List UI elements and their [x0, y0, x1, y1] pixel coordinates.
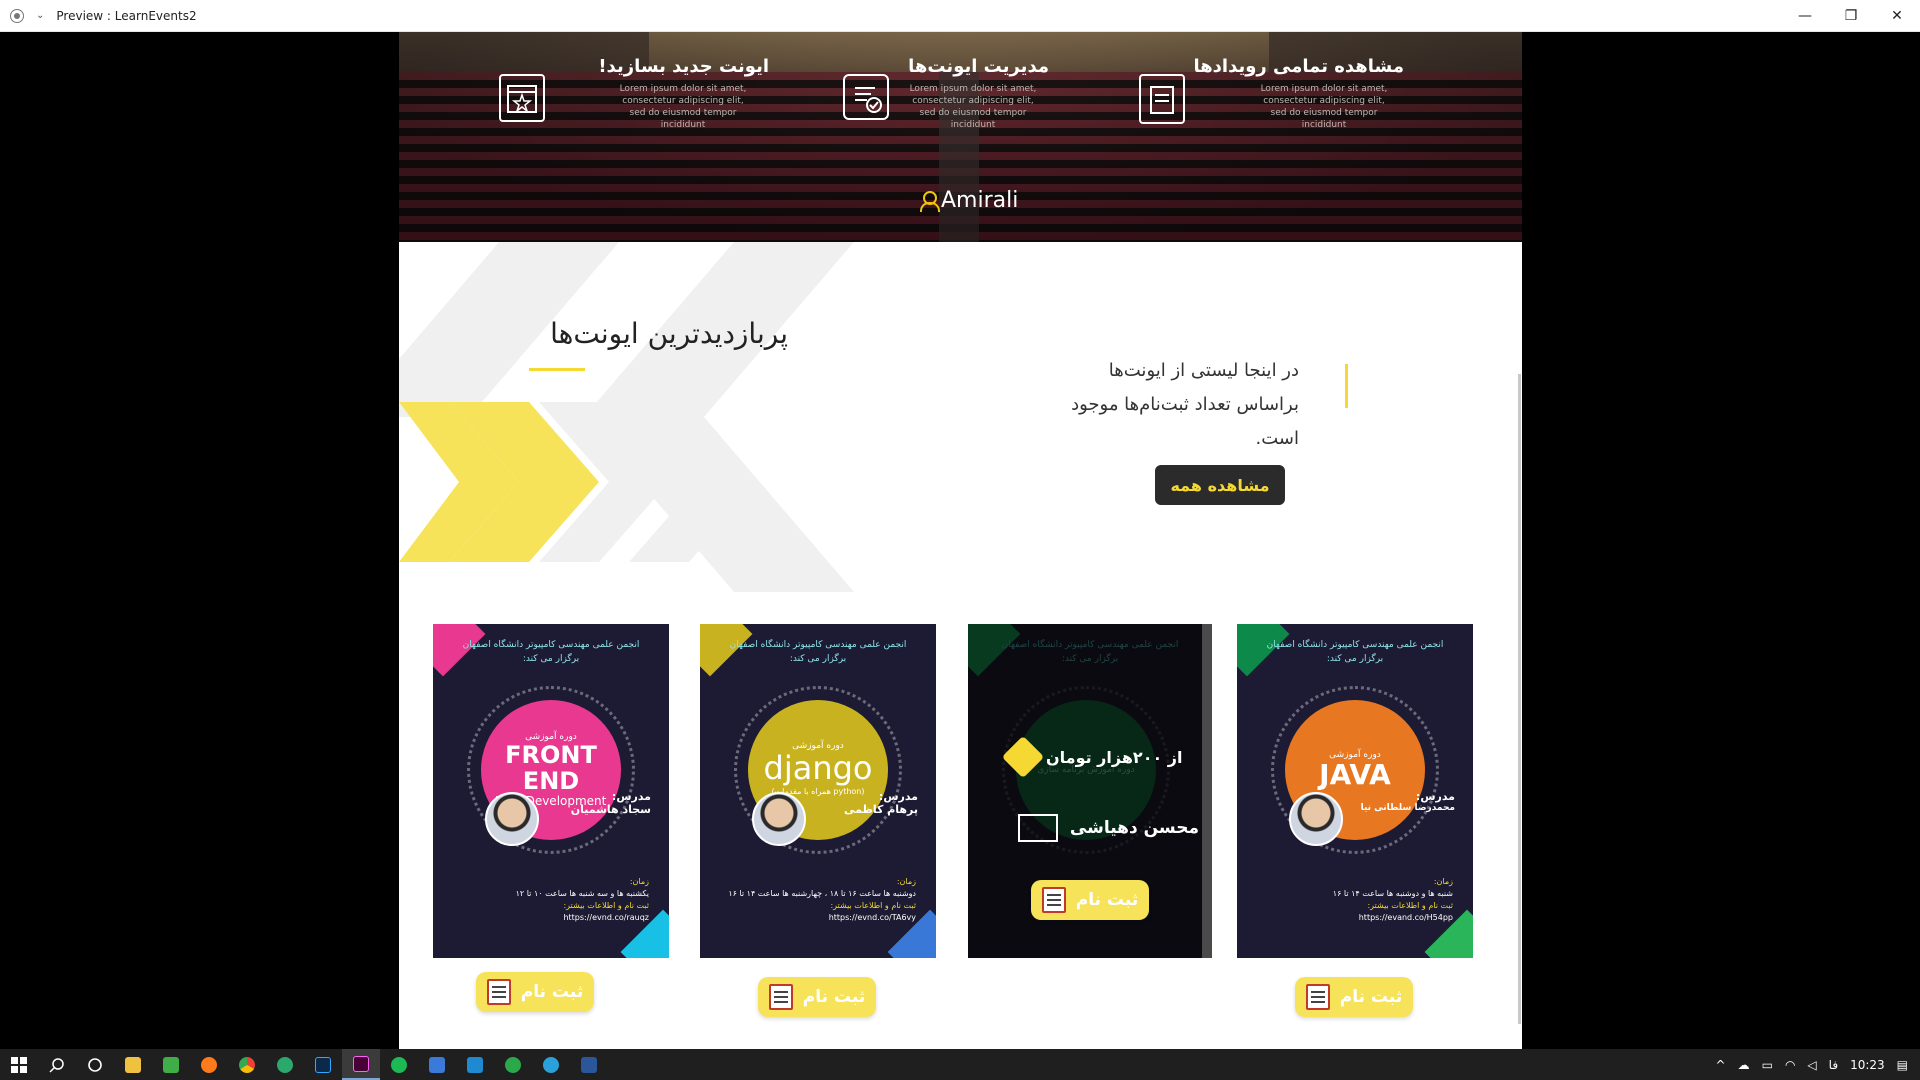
hero-banner: مشاهده تمامی رویدادها Lorem ipsum dolor … [399, 32, 1522, 242]
poster-organizer: انجمن علمی مهندسی کامپیوتر دانشگاه اصفها… [1266, 640, 1444, 664]
poster-info: زمان: دوشنبه ها ساعت ۱۶ تا ۱۸ ، چهارشنبه… [728, 877, 916, 922]
wifi-icon[interactable]: ◠ [1785, 1058, 1795, 1072]
teacher-avatar [1289, 792, 1343, 846]
window-app-icon [10, 8, 24, 23]
poster-teacher: مدرس: پرهام کاظمی [843, 790, 918, 816]
section-description: در اینجا لیستی از ایونت‌ها براساس تعداد … [1071, 360, 1299, 449]
teacher-avatar [485, 792, 539, 846]
cortana-icon[interactable] [76, 1049, 114, 1080]
poster-organizer: انجمن علمی مهندسی کامپیوتر دانشگاه اصفها… [462, 640, 640, 664]
word-icon[interactable] [570, 1049, 608, 1080]
app-blue-icon[interactable] [456, 1049, 494, 1080]
battery-icon[interactable]: ▭ [1762, 1058, 1773, 1072]
window-titlebar: ⌄ Preview : LearnEvents2 — ❐ ✕ [0, 0, 1920, 32]
vertical-scrollbar[interactable] [1518, 374, 1521, 1024]
user-profile-link[interactable]: Amirali [919, 188, 1018, 213]
telegram-icon[interactable] [532, 1049, 570, 1080]
search-icon[interactable] [38, 1049, 76, 1080]
window-title: Preview : LearnEvents2 [56, 8, 197, 23]
presenter-label: محسن دهیاشی [1018, 814, 1199, 842]
restore-button[interactable]: ❐ [1828, 0, 1874, 32]
language-indicator[interactable]: فا [1829, 1058, 1838, 1072]
webpage: مشاهده تمامی رویدادها Lorem ipsum dolor … [399, 32, 1522, 1049]
todo-icon[interactable] [418, 1049, 456, 1080]
poster-teacher: مدرس: محمدرضا سلطانی نیا [1360, 790, 1455, 813]
poster-organizer: انجمن علمی مهندسی کامپیوتر دانشگاه اصفها… [729, 640, 907, 664]
start-icon[interactable] [0, 1049, 38, 1080]
view-all-button[interactable]: مشاهده همه [1155, 465, 1285, 505]
feature-title: ایونت جدید بسازید! [598, 56, 769, 77]
event-poster-front-end[interactable]: انجمن علمی مهندسی کامپیوتر دانشگاه اصفها… [433, 624, 669, 958]
photoshop-icon[interactable] [304, 1049, 342, 1080]
form-icon [1041, 887, 1066, 913]
form-icon [1305, 984, 1330, 1010]
user-icon [919, 190, 940, 212]
username: Amirali [941, 188, 1019, 213]
form-icon [768, 984, 793, 1010]
feature-create-event[interactable]: ایونت جدید بسازید! Lorem ipsum dolor sit… [499, 56, 779, 146]
feature-desc: Lorem ipsum dolor sit amet, consectetur … [1260, 84, 1388, 130]
feature-view-all-events[interactable]: مشاهده تمامی رویدادها Lorem ipsum dolor … [1139, 56, 1404, 146]
file-explorer-icon[interactable] [114, 1049, 152, 1080]
spotify-icon[interactable] [380, 1049, 418, 1080]
poster-info: زمان: شنبه ها و دوشنبه ها ساعت ۱۴ تا ۱۶ … [1332, 877, 1453, 922]
volume-icon[interactable]: ◁ [1807, 1058, 1816, 1072]
title-underline [529, 368, 585, 371]
price-label: از ۲۰۰هزار تومان [1001, 735, 1182, 779]
form-icon [486, 979, 511, 1005]
description-accent-bar [1345, 364, 1348, 408]
close-button[interactable]: ✕ [1874, 0, 1920, 32]
feature-manage-events[interactable]: مدیریت ایونت‌ها Lorem ipsum dolor sit am… [843, 56, 1109, 146]
feature-desc: Lorem ipsum dolor sit amet, consectetur … [909, 84, 1037, 130]
register-button[interactable]: ثبت نام [758, 977, 876, 1017]
price-tag-icon [1001, 735, 1045, 779]
checklist-icon [843, 74, 889, 120]
adobe-xd-icon[interactable] [342, 1049, 380, 1080]
ticket-icon [1139, 74, 1185, 124]
calendar-icon [499, 74, 545, 122]
register-button[interactable]: ثبت نام [1295, 977, 1413, 1017]
chevron-down-icon[interactable]: ⌄ [32, 10, 48, 21]
presenter-board-icon [1018, 814, 1058, 842]
chevron-up-icon[interactable]: ^ [1716, 1058, 1726, 1072]
feature-desc: Lorem ipsum dolor sit amet, consectetur … [619, 84, 747, 130]
minimize-button[interactable]: — [1782, 0, 1828, 32]
app-green-icon[interactable] [494, 1049, 532, 1080]
chrome-icon[interactable] [228, 1049, 266, 1080]
onedrive-icon[interactable]: ☁ [1738, 1058, 1750, 1072]
poster-info: زمان: یکشنبه ها و سه شنبه ها ساعت ۱۰ تا … [515, 877, 649, 922]
firefox-icon[interactable] [190, 1049, 228, 1080]
preview-viewport: مشاهده تمامی رویدادها Lorem ipsum dolor … [0, 32, 1920, 1049]
teacher-avatar [752, 792, 806, 846]
edge-icon[interactable] [266, 1049, 304, 1080]
system-tray: ^ ☁ ▭ ◠ ◁ فا 10:23 ▤ [1716, 1049, 1920, 1080]
chevron-background-decoration [399, 242, 854, 592]
register-button[interactable]: ثبت نام [1031, 880, 1149, 920]
event-poster-django[interactable]: انجمن علمی مهندسی کامپیوتر دانشگاه اصفها… [700, 624, 936, 958]
notifications-icon[interactable]: ▤ [1897, 1058, 1908, 1072]
event-poster-java[interactable]: انجمن علمی مهندسی کامپیوتر دانشگاه اصفها… [1237, 624, 1473, 958]
section-title: پربازدیدترین ایونت‌ها [550, 317, 788, 350]
clock[interactable]: 10:23 [1850, 1058, 1885, 1072]
green-app-icon[interactable] [152, 1049, 190, 1080]
windows-taskbar: ^ ☁ ▭ ◠ ◁ فا 10:23 ▤ [0, 1049, 1920, 1080]
register-button[interactable]: ثبت نام [476, 972, 594, 1012]
poster-teacher: مدرس: سجاد هاشمیان [570, 790, 651, 816]
